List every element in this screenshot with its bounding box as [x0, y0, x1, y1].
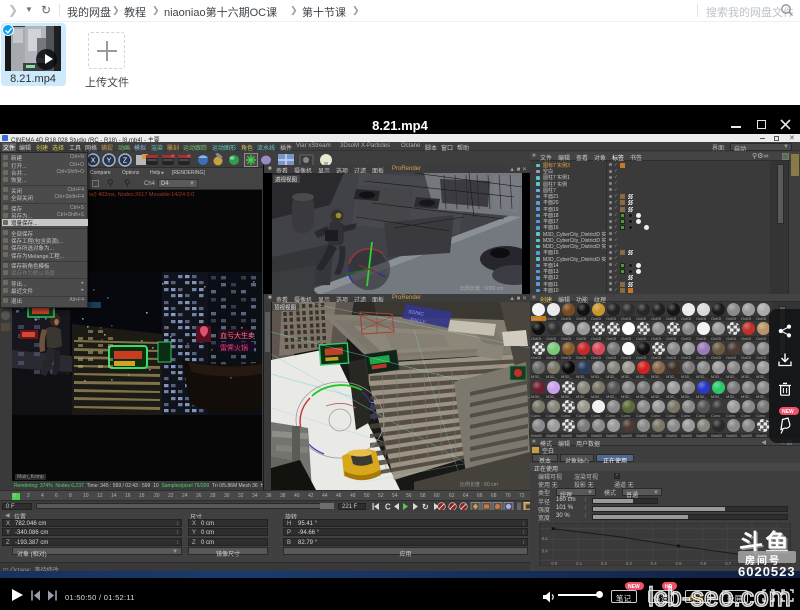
svg-text:0.0: 0.0	[551, 561, 558, 566]
svg-text:0.3: 0.3	[626, 561, 633, 566]
svg-text:0.2: 0.2	[542, 536, 549, 541]
svg-text:比例长度 : 5000 cm: 比例长度 : 5000 cm	[460, 285, 503, 292]
svg-text:比例长度 : 60 cm: 比例长度 : 60 cm	[460, 481, 498, 488]
svg-text:透视视图: 透视视图	[275, 176, 298, 184]
svg-text:顶视视图: 顶视视图	[274, 304, 297, 312]
svg-text:0.2: 0.2	[601, 561, 608, 566]
svg-text:X: X	[91, 158, 96, 165]
svg-text:0.4: 0.4	[651, 561, 658, 566]
svg-text:血亏大生卖: 血亏大生卖	[220, 331, 255, 340]
svg-text:雷霁火锅: 雷霁火锅	[220, 343, 248, 352]
svg-text:0.4: 0.4	[542, 549, 549, 554]
svg-text:0.6: 0.6	[700, 561, 707, 566]
svg-text:Y: Y	[107, 158, 112, 165]
svg-text:0.5: 0.5	[676, 561, 683, 566]
svg-text:Z: Z	[123, 158, 128, 165]
svg-text:0.1: 0.1	[576, 561, 583, 566]
svg-text:0.7: 0.7	[725, 561, 732, 566]
